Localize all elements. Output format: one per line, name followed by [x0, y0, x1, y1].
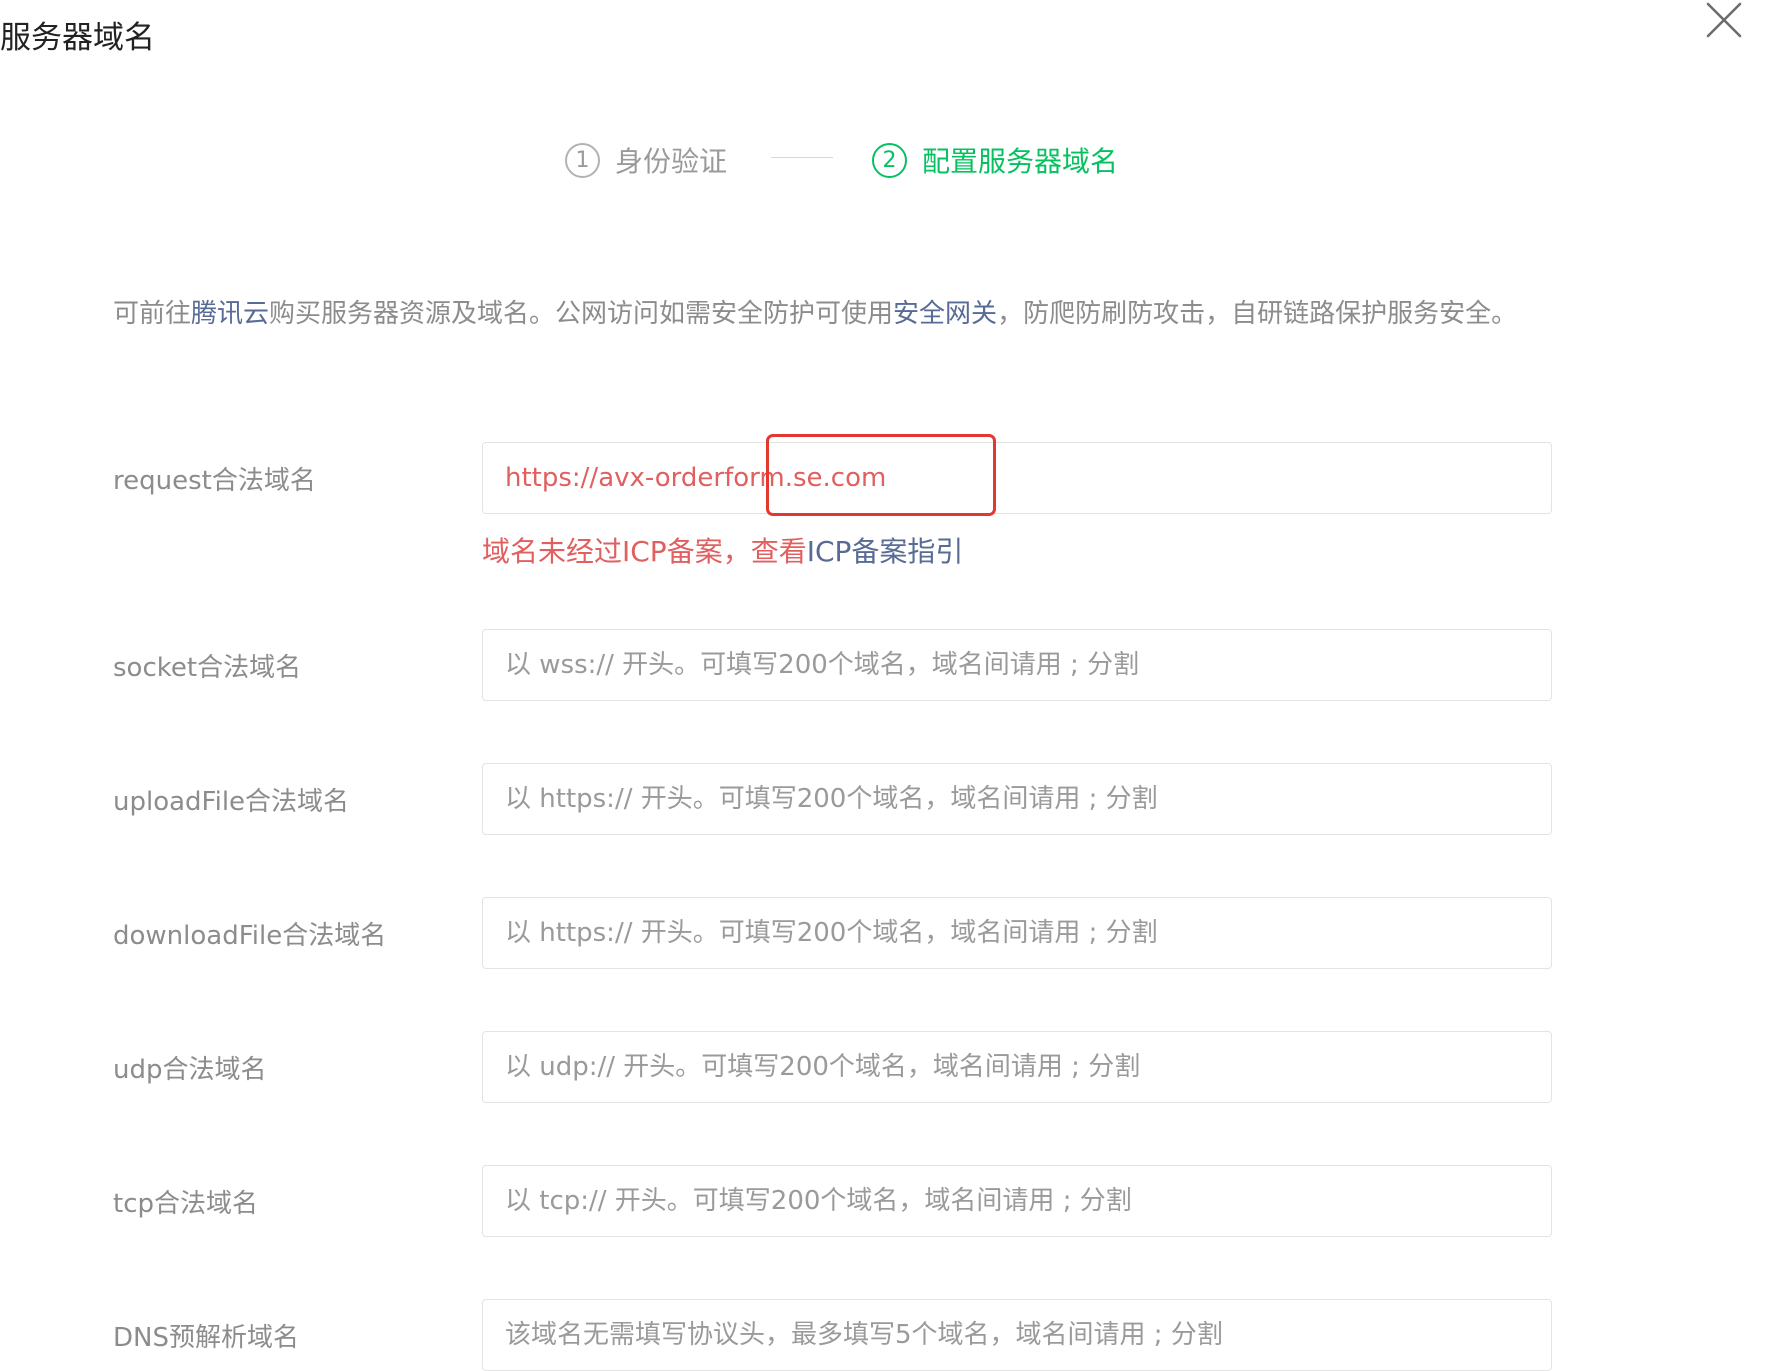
- download-file-domain-input[interactable]: [482, 897, 1552, 969]
- stepper: 1 身份验证 2 配置服务器域名: [0, 140, 1788, 184]
- dns-prefetch-domain-input[interactable]: [482, 1299, 1552, 1371]
- upload-file-domain-input[interactable]: [482, 763, 1552, 835]
- dialog-title: 服务器域名: [0, 20, 155, 56]
- intro-text: 可前往腾讯云购买服务器资源及域名。公网访问如需安全防护可使用安全网关，防爬防刷防…: [113, 292, 1563, 337]
- tcp-domain-label: tcp合法域名: [113, 1189, 258, 1219]
- icp-error-text: 域名未经过ICP备案，查看: [482, 535, 807, 568]
- step-number: 2: [872, 142, 907, 178]
- intro-middle: 购买服务器资源及域名。公网访问如需安全防护可使用: [269, 299, 894, 329]
- upload-file-domain-label: uploadFile合法域名: [113, 787, 350, 817]
- request-domain-input[interactable]: [482, 442, 1552, 514]
- close-button[interactable]: [1702, 0, 1746, 40]
- request-domain-label: request合法域名: [113, 466, 316, 496]
- step-number: 1: [565, 142, 600, 178]
- udp-domain-label: udp合法域名: [113, 1055, 267, 1085]
- security-gateway-link[interactable]: 安全网关: [893, 299, 997, 329]
- icp-guide-link[interactable]: ICP备案指引: [807, 535, 964, 568]
- udp-domain-input[interactable]: [482, 1031, 1552, 1103]
- step-label: 身份验证: [615, 145, 728, 178]
- intro-suffix: ，防爬防刷防攻击，自研链路保护服务安全。: [997, 299, 1518, 329]
- close-icon: [1706, 2, 1742, 38]
- intro-prefix: 可前往: [113, 299, 192, 329]
- socket-domain-input[interactable]: [482, 629, 1552, 701]
- tencent-cloud-link[interactable]: 腾讯云: [191, 299, 269, 329]
- tcp-domain-input[interactable]: [482, 1165, 1552, 1237]
- dns-prefetch-domain-label: DNS预解析域名: [113, 1323, 299, 1353]
- socket-domain-label: socket合法域名: [113, 653, 302, 683]
- step-identity-verification: 1 身份验证: [565, 140, 727, 180]
- step-label: 配置服务器域名: [922, 145, 1119, 178]
- step-configure-server-domain: 2 配置服务器域名: [872, 140, 1118, 180]
- icp-error-message: 域名未经过ICP备案，查看ICP备案指引: [482, 530, 963, 570]
- download-file-domain-label: downloadFile合法域名: [113, 921, 387, 951]
- step-connector: [771, 157, 833, 158]
